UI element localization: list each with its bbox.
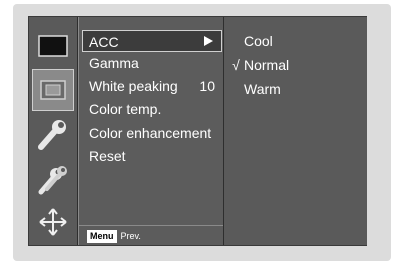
position-category[interactable]: [32, 201, 74, 243]
wrenches-icon: [38, 166, 67, 195]
submenu-item-warm[interactable]: Warm: [228, 78, 281, 100]
wrench-icon: [38, 120, 66, 150]
submenu-item-label: Cool: [244, 33, 273, 49]
prev-label: Prev.: [120, 230, 141, 241]
move-arrows-icon: [39, 208, 67, 236]
check-icon: √: [232, 57, 240, 73]
menu-item-label: White peaking: [89, 78, 178, 94]
menu-item-label: ACC: [89, 34, 119, 50]
footer: Menu Prev.: [87, 229, 141, 243]
osd-panel: ACC Gamma White peaking 10 Color temp. C…: [28, 16, 367, 246]
menu-key-badge[interactable]: Menu: [87, 229, 117, 243]
menu-item-reset[interactable]: Reset: [83, 145, 219, 167]
menu-item-color-temp[interactable]: Color temp.: [83, 98, 219, 120]
submenu-item-cool[interactable]: Cool: [228, 30, 273, 52]
picture-icon: [40, 80, 66, 100]
submenu: Cool √ Normal Warm: [223, 17, 367, 245]
menu-item-label: Reset: [89, 148, 126, 164]
footer-divider: [79, 225, 223, 226]
main-menu: ACC Gamma White peaking 10 Color temp. C…: [78, 17, 223, 245]
submenu-item-normal[interactable]: √ Normal: [228, 54, 289, 76]
menu-item-color-enhancement[interactable]: Color enhancement: [83, 122, 219, 144]
menu-item-gamma[interactable]: Gamma: [83, 52, 219, 74]
submenu-arrow-icon: [204, 36, 213, 46]
icon-column: [29, 17, 77, 245]
tools-category[interactable]: [32, 113, 74, 155]
menu-item-white-peaking[interactable]: White peaking 10: [83, 75, 219, 97]
submenu-item-label: Warm: [244, 81, 281, 97]
picture-category[interactable]: [32, 69, 74, 111]
setup-category[interactable]: [32, 157, 74, 199]
menu-item-label: Color temp.: [89, 101, 162, 117]
menu-item-label: Color enhancement: [89, 125, 212, 141]
menu-item-label: Gamma: [89, 55, 139, 71]
menu-item-value: 10: [199, 78, 215, 94]
submenu-item-label: Normal: [244, 57, 290, 73]
screen-category[interactable]: [32, 25, 74, 67]
screen-icon: [38, 35, 68, 57]
menu-item-acc[interactable]: ACC: [82, 30, 222, 52]
